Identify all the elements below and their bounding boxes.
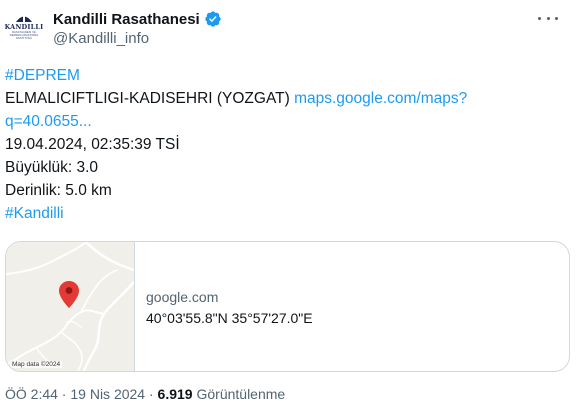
location-text: ELMALICIFTLIGI-KADISEHRI (YOZGAT) bbox=[5, 90, 295, 107]
meta-separator: · bbox=[145, 386, 158, 402]
verified-badge-icon[interactable] bbox=[204, 10, 222, 28]
avatar-logo-text: KANDILLI bbox=[4, 22, 44, 31]
views-label: Görüntülenme bbox=[196, 386, 286, 402]
tweet-time[interactable]: ÖÖ 2:44 bbox=[5, 386, 58, 402]
author-display-name[interactable]: Kandilli Rasathanesi bbox=[53, 11, 200, 28]
more-options-icon[interactable] bbox=[538, 10, 558, 26]
magnitude-text: Büyüklük: 3.0 bbox=[5, 159, 99, 176]
hashtag-kandilli[interactable]: #Kandilli bbox=[5, 205, 64, 222]
map-link-part1[interactable]: maps.google.com/maps? bbox=[294, 90, 467, 107]
datetime-text: 19.04.2024, 02:35:39 TSİ bbox=[5, 136, 180, 153]
card-domain: google.com bbox=[146, 289, 219, 305]
author-name-row: Kandilli Rasathanesi bbox=[53, 8, 222, 30]
map-pin-icon bbox=[59, 281, 79, 308]
map-credit: Map data ©2024 bbox=[10, 361, 63, 368]
avatar-logo-subtext: RASATHANESİ VE DEPREM ARAŞTIRMA ENSTİTÜS… bbox=[9, 30, 39, 40]
meta-separator: · bbox=[57, 386, 71, 402]
author-handle[interactable]: @Kandilli_info bbox=[53, 30, 149, 47]
map-link-part2[interactable]: q=40.0655... bbox=[5, 113, 92, 130]
more-dot bbox=[555, 16, 558, 20]
tweet-header: KANDILLI RASATHANESİ VE DEPREM ARAŞTIRMA… bbox=[0, 0, 580, 60]
card-info: google.com 40°03'55.8"N 35°57'27.0"E bbox=[146, 287, 313, 328]
card-title: 40°03'55.8"N 35°57'27.0"E bbox=[146, 310, 313, 326]
depth-text: Derinlik: 5.0 km bbox=[5, 182, 112, 199]
observatory-emblem-icon bbox=[15, 13, 33, 23]
tweet-meta: ÖÖ 2:44 · 19 Nis 2024 · 6.919 Görüntülen… bbox=[5, 386, 285, 402]
map-thumbnail[interactable]: Map data ©2024 bbox=[6, 242, 135, 371]
link-preview-card[interactable]: Map data ©2024 google.com 40°03'55.8"N 3… bbox=[5, 241, 570, 372]
hashtag-deprem[interactable]: #DEPREM bbox=[5, 67, 80, 84]
tweet-body: #DEPREM ELMALICIFTLIGI-KADISEHRI (YOZGAT… bbox=[5, 64, 545, 225]
views-count: 6.919 bbox=[157, 386, 193, 402]
tweet-date[interactable]: 19 Nis 2024 bbox=[70, 386, 145, 402]
more-dot bbox=[538, 16, 541, 20]
avatar[interactable]: KANDILLI RASATHANESİ VE DEPREM ARAŞTIRMA… bbox=[4, 6, 44, 46]
more-dot bbox=[546, 16, 550, 20]
